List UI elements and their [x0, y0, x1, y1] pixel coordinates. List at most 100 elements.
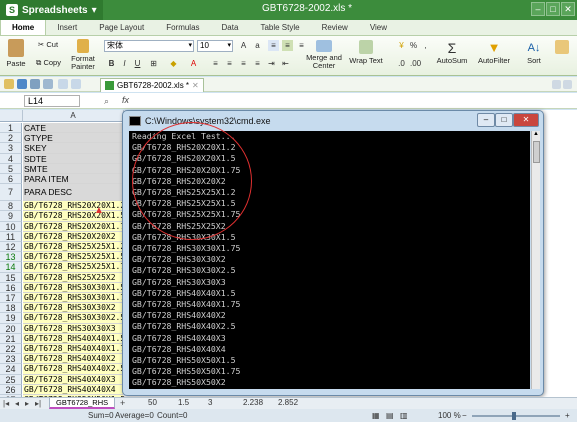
table-cell[interactable]: PARA DESC [23, 184, 123, 202]
row-header[interactable]: 18 [0, 303, 22, 314]
cmd-scroll-thumb[interactable] [533, 141, 540, 163]
table-cell[interactable]: GB/T6728_RHS30X30X2.5 [23, 313, 125, 324]
row-header[interactable]: 6 [0, 174, 22, 185]
redo-icon[interactable] [71, 79, 81, 89]
percent-icon[interactable]: % [408, 40, 419, 51]
tab-scroll-right-icon[interactable] [563, 80, 572, 89]
table-cell[interactable]: GB/T6728_RHS40X40X1.75 [23, 344, 130, 355]
justify-icon[interactable]: ≡ [252, 58, 263, 69]
tab-data[interactable]: Data [211, 20, 250, 35]
first-sheet-icon[interactable]: |◂ [3, 399, 9, 408]
table-cell[interactable]: GB/T6728_RHS30X30X1.75 [23, 293, 130, 304]
increase-font-icon[interactable]: A [238, 40, 249, 51]
app-menu-button[interactable]: S Spreadsheets ▾ [0, 0, 103, 20]
row-header[interactable]: 3 [0, 143, 22, 154]
table-cell[interactable]: GTYPE [23, 133, 123, 144]
row-header[interactable]: 20 [0, 323, 22, 334]
font-size-select[interactable]: 10 ▾ [197, 40, 233, 52]
name-box[interactable]: L14 [24, 95, 80, 107]
sheet-tab[interactable]: GBT6728_RHS [49, 398, 116, 409]
row-header[interactable]: 14 [0, 262, 22, 273]
normal-view-icon[interactable]: ▦ [372, 409, 380, 422]
row-header[interactable]: 19 [0, 313, 22, 324]
borders-icon[interactable]: ⊞ [148, 58, 159, 69]
tab-page-layout[interactable]: Page Layout [88, 20, 155, 35]
autofilter-button[interactable]: ▼ AutoFilter [474, 40, 514, 65]
autosum-button[interactable]: Σ AutoSum [436, 40, 468, 65]
fill-color-icon[interactable]: ◆ [168, 58, 179, 69]
row-header[interactable]: 15 [0, 272, 22, 283]
tab-formulas[interactable]: Formulas [155, 20, 210, 35]
row-header[interactable]: 26 [0, 384, 22, 395]
format-button[interactable] [552, 40, 572, 56]
page-layout-view-icon[interactable]: ▤ [386, 409, 394, 422]
tab-scroll-left-icon[interactable] [552, 80, 561, 89]
table-cell[interactable]: CATE [23, 123, 123, 134]
table-cell[interactable]: GB/T6728_RHS20X20X1.5 [23, 211, 125, 222]
row-header[interactable]: 17 [0, 293, 22, 304]
add-sheet-icon[interactable]: + [120, 398, 125, 408]
row-header[interactable]: 10 [0, 221, 22, 232]
outdent-icon[interactable]: ⇤ [280, 58, 291, 69]
table-cell[interactable]: GB/T6728_RHS40X40X4 [23, 384, 123, 395]
row-header[interactable]: 7 [0, 184, 22, 202]
tab-home[interactable]: Home [0, 20, 47, 35]
wrap-text-button[interactable]: Wrap Text [348, 40, 384, 65]
tab-view[interactable]: View [359, 20, 398, 35]
table-cell[interactable]: GB/T6728_RHS20X20X2 [23, 231, 123, 242]
row-header[interactable]: 11 [0, 231, 22, 242]
page-break-view-icon[interactable]: ▥ [400, 409, 408, 422]
zoom-in-icon[interactable]: + [565, 409, 570, 422]
table-cell[interactable]: GB/T6728_RHS20X20X1.75 [23, 221, 130, 232]
currency-icon[interactable]: ¥ [396, 40, 407, 51]
align-right-icon[interactable]: ≡ [238, 58, 249, 69]
tab-insert[interactable]: Insert [46, 20, 88, 35]
indent-icon[interactable]: ⇥ [266, 58, 277, 69]
table-cell[interactable]: GB/T6728_RHS30X30X3 [23, 323, 123, 334]
print-icon[interactable] [30, 79, 40, 89]
last-sheet-icon[interactable]: ▸| [35, 399, 41, 408]
row-header[interactable]: 4 [0, 153, 22, 164]
sort-button[interactable]: A↓ Sort [522, 40, 546, 65]
tab-table-style[interactable]: Table Style [249, 20, 310, 35]
zoom-slider[interactable] [472, 415, 560, 417]
copy-button[interactable]: ⧉ Copy [36, 58, 61, 68]
scroll-up-icon[interactable]: ▲ [532, 131, 540, 137]
merge-center-button[interactable]: Merge and Center [304, 40, 344, 70]
select-all-corner[interactable] [0, 110, 23, 122]
row-header[interactable]: 24 [0, 364, 22, 375]
row-header[interactable]: 22 [0, 344, 22, 355]
align-top-icon[interactable]: ≡ [268, 40, 279, 51]
table-cell[interactable]: GB/T6728_RHS30X30X1.5 [23, 282, 125, 293]
row-header[interactable]: 13 [0, 252, 22, 263]
paste-button[interactable]: Paste [4, 39, 28, 68]
italic-icon[interactable]: I [119, 58, 130, 69]
table-cell[interactable]: GB/T6728_RHS25X25X1.5 [23, 252, 125, 263]
column-header-a[interactable]: A [23, 110, 124, 122]
cmd-minimize-button[interactable]: – [477, 113, 495, 127]
print-preview-icon[interactable] [43, 79, 53, 89]
save-icon[interactable] [17, 79, 27, 89]
table-cell[interactable]: GB/T6728_RHS40X40X3 [23, 374, 123, 385]
close-tab-icon[interactable]: ✕ [192, 79, 199, 92]
row-header[interactable]: 2 [0, 133, 22, 144]
decrease-font-icon[interactable]: a [252, 40, 263, 51]
table-cell[interactable]: SDTE [23, 153, 123, 164]
row-header[interactable]: 9 [0, 211, 22, 222]
row-header[interactable]: 16 [0, 282, 22, 293]
prev-sheet-icon[interactable]: ◂ [15, 399, 19, 408]
next-sheet-icon[interactable]: ▸ [25, 399, 29, 408]
undo-icon[interactable] [58, 79, 68, 89]
table-cell[interactable]: SKEY [23, 143, 123, 154]
table-cell[interactable]: GB/T6728_RHS25X25X1.75 [23, 262, 130, 273]
comma-icon[interactable]: , [420, 40, 431, 51]
increase-decimal-icon[interactable]: .0 [396, 58, 407, 69]
table-cell[interactable]: GB/T6728_RHS30X30X2 [23, 303, 123, 314]
row-header[interactable]: 8 [0, 201, 22, 212]
cmd-maximize-button[interactable]: □ [495, 113, 513, 127]
document-tab[interactable]: GBT6728-2002.xls * ✕ [100, 78, 204, 92]
bold-icon[interactable]: B [106, 58, 117, 69]
underline-icon[interactable]: U [132, 58, 143, 69]
minimize-button[interactable]: – [531, 2, 545, 16]
maximize-button[interactable]: □ [546, 2, 560, 16]
